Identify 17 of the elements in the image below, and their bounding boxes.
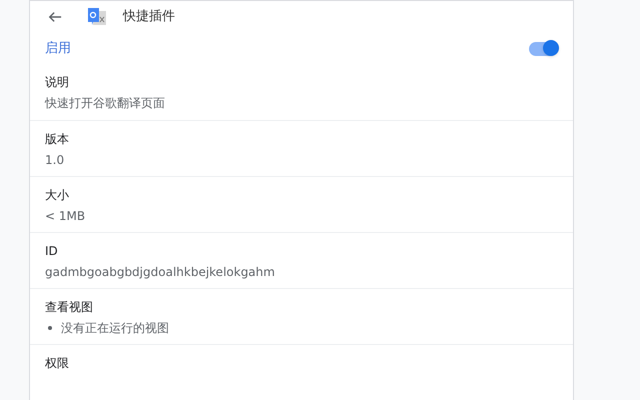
- enable-toggle[interactable]: [529, 42, 557, 56]
- translate-icon: [87, 7, 107, 28]
- section-title: 大小: [45, 187, 70, 204]
- section-title: 版本: [45, 131, 70, 148]
- section-value: gadmbgoabgbdjgdoalhkbejkelokgahm: [45, 264, 276, 281]
- enable-label: 启用: [45, 40, 71, 58]
- view-item: 没有正在运行的视图: [61, 320, 169, 337]
- section-title: 查看视图: [45, 299, 94, 316]
- section-value: < 1MB: [45, 208, 86, 225]
- section-value: 快速打开谷歌翻译页面: [45, 95, 166, 112]
- section-title: 说明: [45, 74, 70, 91]
- section-title: 权限: [45, 355, 70, 372]
- page-title: 快捷插件: [123, 8, 175, 26]
- section-value: 1.0: [45, 152, 66, 169]
- back-arrow-icon: [48, 10, 62, 24]
- section-title: ID: [45, 243, 59, 260]
- bullet-icon: [48, 326, 52, 330]
